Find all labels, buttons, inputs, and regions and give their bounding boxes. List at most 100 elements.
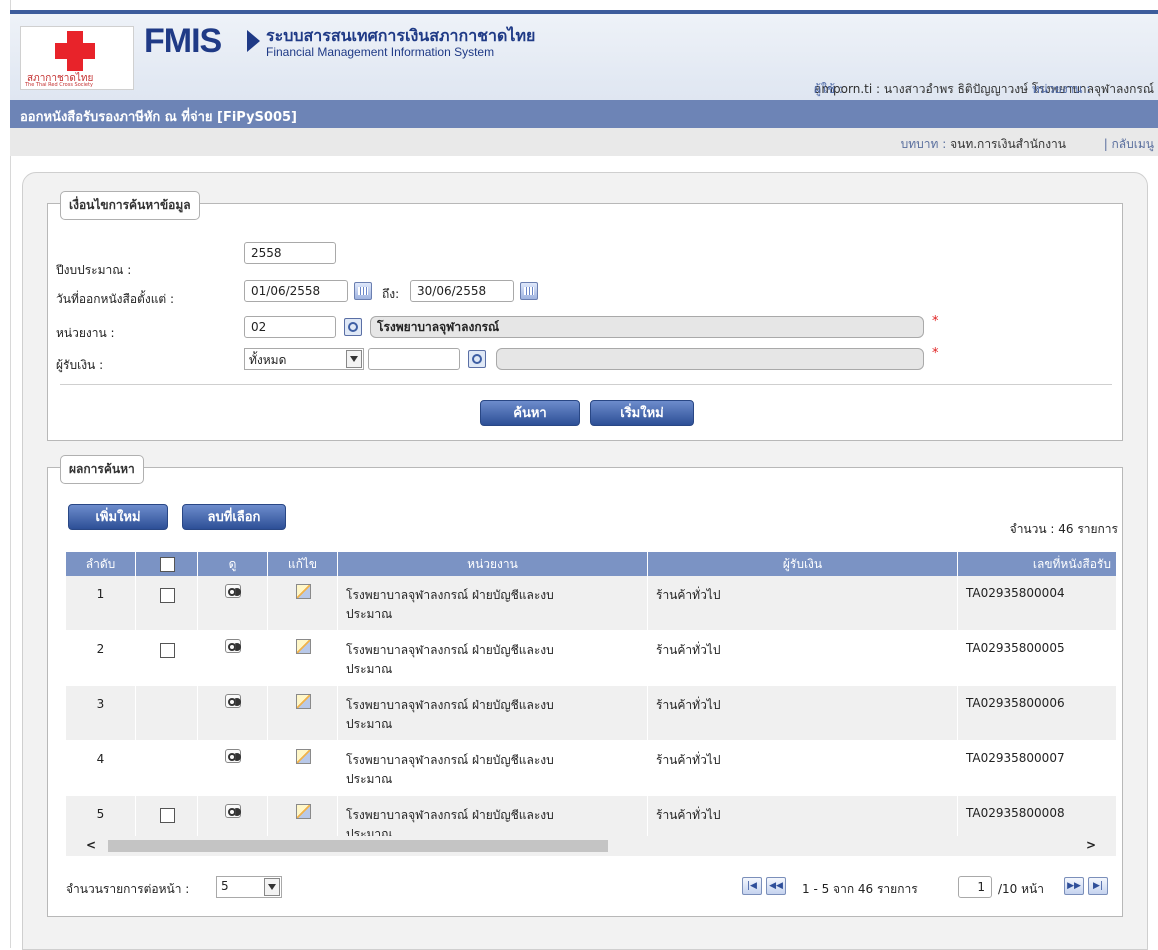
previous-page-icon[interactable]: ◀◀ (766, 877, 786, 895)
row-unit-line1: โรงพยาบาลจุฬาลงกรณ์ ฝ่ายบัญชีและงบ (346, 753, 554, 767)
row-checkbox[interactable] (160, 588, 175, 603)
table-row[interactable]: 3 โรงพยาบาลจุฬาลงกรณ์ ฝ่ายบัญชีและงบ ประม… (66, 686, 1116, 741)
edit-icon[interactable] (296, 804, 311, 819)
column-header-view[interactable]: ดู (198, 552, 268, 576)
user-info: ผู้ใช้ : amporn.ti : นางสาวอำพร ธิติปัญญ… (814, 80, 1154, 99)
required-mark: * (932, 314, 939, 329)
first-page-icon[interactable]: |◀ (742, 877, 762, 895)
search-button[interactable]: ค้นหา (480, 400, 580, 426)
row-unit-line2: ประมาณ (346, 717, 393, 731)
back-to-menu-link[interactable]: | กลับเมนู (1104, 135, 1154, 154)
payee-code-input[interactable] (368, 348, 460, 370)
row-unit-line1: โรงพยาบาลจุฬาลงกรณ์ ฝ่ายบัญชีและงบ (346, 588, 554, 602)
payee-label: ผู้รับเงิน : (56, 358, 104, 372)
edit-icon[interactable] (296, 749, 311, 764)
column-header-payee[interactable]: ผู้รับเงิน (648, 552, 958, 576)
unit-code-input[interactable] (244, 316, 336, 338)
column-header-unit[interactable]: หน่วยงาน (338, 552, 648, 576)
page-number-input[interactable] (958, 876, 992, 898)
role-info: บทบาท : จนท.การเงินสำนักงาน (901, 135, 1066, 154)
unit-label: หน่วยงาน : (1031, 82, 1091, 96)
delete-selected-button[interactable]: ลบที่เลือก (182, 504, 286, 530)
table-row[interactable]: 5 โรงพยาบาลจุฬาลงกรณ์ ฝ่ายบัญชีและงบ ประม… (66, 796, 1116, 836)
binoculars-icon[interactable] (225, 584, 241, 598)
row-view-cell (198, 741, 268, 795)
scroll-left-arrow-icon[interactable]: < (86, 838, 96, 852)
row-doc-no: TA02935800004 (958, 576, 1116, 630)
edit-icon[interactable] (296, 639, 311, 654)
role-label: บทบาท : (900, 137, 947, 151)
chevron-down-icon[interactable] (346, 350, 362, 368)
red-cross-icon-bar (55, 43, 95, 59)
date-to-input[interactable] (410, 280, 514, 302)
column-header-doc-no[interactable]: เลขที่หนังสือรับ (958, 552, 1116, 576)
role-bar: บทบาท : จนท.การเงินสำนักงาน | กลับเมนู (10, 128, 1158, 156)
row-doc-no: TA02935800005 (958, 631, 1116, 685)
row-doc-no: TA02935800006 (958, 686, 1116, 740)
row-unit-line1: โรงพยาบาลจุฬาลงกรณ์ ฝ่ายบัญชีและงบ (346, 698, 554, 712)
user-value: amporn.ti : นางสาวอำพร ธิติปัญญาวงษ์ (813, 82, 1028, 96)
row-unit: โรงพยาบาลจุฬาลงกรณ์ ฝ่ายบัญชีและงบ ประมาณ (338, 631, 648, 685)
page-title: ออกหนังสือรับรองภาษีหัก ณ ที่จ่าย [FiPyS… (20, 110, 297, 125)
calendar-icon[interactable] (354, 282, 372, 300)
results-legend: ผลการค้นหา (60, 455, 144, 484)
column-header-edit[interactable]: แก้ไข (268, 552, 338, 576)
reset-button[interactable]: เริ่มใหม่ (590, 400, 694, 426)
binoculars-icon[interactable] (225, 694, 241, 708)
fiscal-year-input[interactable] (244, 242, 336, 264)
unit-label: หน่วยงาน : (56, 326, 115, 340)
last-page-icon[interactable]: ▶| (1088, 877, 1108, 895)
row-unit: โรงพยาบาลจุฬาลงกรณ์ ฝ่ายบัญชีและงบประมาณ (338, 686, 648, 740)
row-no: 1 (66, 576, 136, 630)
payee-type-select[interactable]: ทั้งหมด (244, 348, 364, 370)
search-criteria-fieldset: เงื่อนไขการค้นหาข้อมูล ปีงบประมาณ : วันท… (47, 191, 1123, 441)
scroll-right-arrow-icon[interactable]: > (1086, 838, 1096, 852)
next-page-icon[interactable]: ▶▶ (1064, 877, 1084, 895)
binoculars-icon[interactable] (225, 639, 241, 653)
table-row[interactable]: 2 โรงพยาบาลจุฬาลงกรณ์ ฝ่ายบัญชีและงบ ประม… (66, 631, 1116, 686)
row-select-cell (136, 741, 198, 795)
row-select-cell (136, 631, 198, 685)
required-mark: * (932, 346, 939, 361)
date-to-label: ถึง: (382, 287, 400, 301)
row-no: 4 (66, 741, 136, 795)
table-row[interactable]: 1 โรงพยาบาลจุฬาลงกรณ์ ฝ่ายบัญชีและงบ ประม… (66, 576, 1116, 631)
payee-lookup-icon[interactable] (468, 350, 486, 368)
divider (60, 384, 1112, 385)
search-criteria-legend: เงื่อนไขการค้นหาข้อมูล (60, 191, 200, 220)
select-all-checkbox[interactable] (160, 557, 175, 572)
column-header-no[interactable]: ลำดับ (66, 552, 136, 576)
row-doc-no: TA02935800008 (958, 796, 1116, 836)
scrollbar-thumb[interactable] (108, 840, 608, 852)
system-name-english: Financial Management Information System (266, 45, 495, 59)
row-checkbox[interactable] (160, 808, 175, 823)
calendar-icon[interactable] (520, 282, 538, 300)
table-row[interactable]: 4 โรงพยาบาลจุฬาลงกรณ์ ฝ่ายบัญชีและงบ ประม… (66, 741, 1116, 796)
date-from-input[interactable] (244, 280, 348, 302)
results-table: ลำดับ ดู แก้ไข หน่วยงาน ผู้รับเงิน เลขที… (66, 552, 1116, 836)
row-view-cell (198, 576, 268, 630)
row-select-cell (136, 576, 198, 630)
per-page-label: จำนวนรายการต่อหน้า : (66, 882, 190, 896)
row-payee: ร้านค้าทั่วไป (648, 741, 958, 795)
edit-icon[interactable] (296, 694, 311, 709)
row-select-cell (136, 686, 198, 740)
unit-name-field (370, 316, 924, 338)
binoculars-icon[interactable] (225, 749, 241, 763)
add-new-button[interactable]: เพิ่มใหม่ (68, 504, 168, 530)
horizontal-scrollbar[interactable]: < > (66, 836, 1116, 856)
row-edit-cell (268, 796, 338, 836)
chevron-down-icon[interactable] (264, 878, 280, 896)
per-page-select[interactable]: 5 (216, 876, 282, 898)
edit-icon[interactable] (296, 584, 311, 599)
role-value: จนท.การเงินสำนักงาน (950, 137, 1066, 151)
brand-arrow-icon (247, 30, 260, 52)
column-header-select[interactable] (136, 552, 198, 576)
red-cross-logo: สภากาชาดไทย The Thai Red Cross Society (20, 26, 134, 90)
binoculars-icon[interactable] (225, 804, 241, 818)
row-checkbox[interactable] (160, 643, 175, 658)
unit-lookup-icon[interactable] (344, 318, 362, 336)
row-view-cell (198, 686, 268, 740)
date-from-label: วันที่ออกหนังสือตั้งแต่ : (56, 292, 175, 306)
row-unit: โรงพยาบาลจุฬาลงกรณ์ ฝ่ายบัญชีและงบ ประมาณ (338, 576, 648, 630)
